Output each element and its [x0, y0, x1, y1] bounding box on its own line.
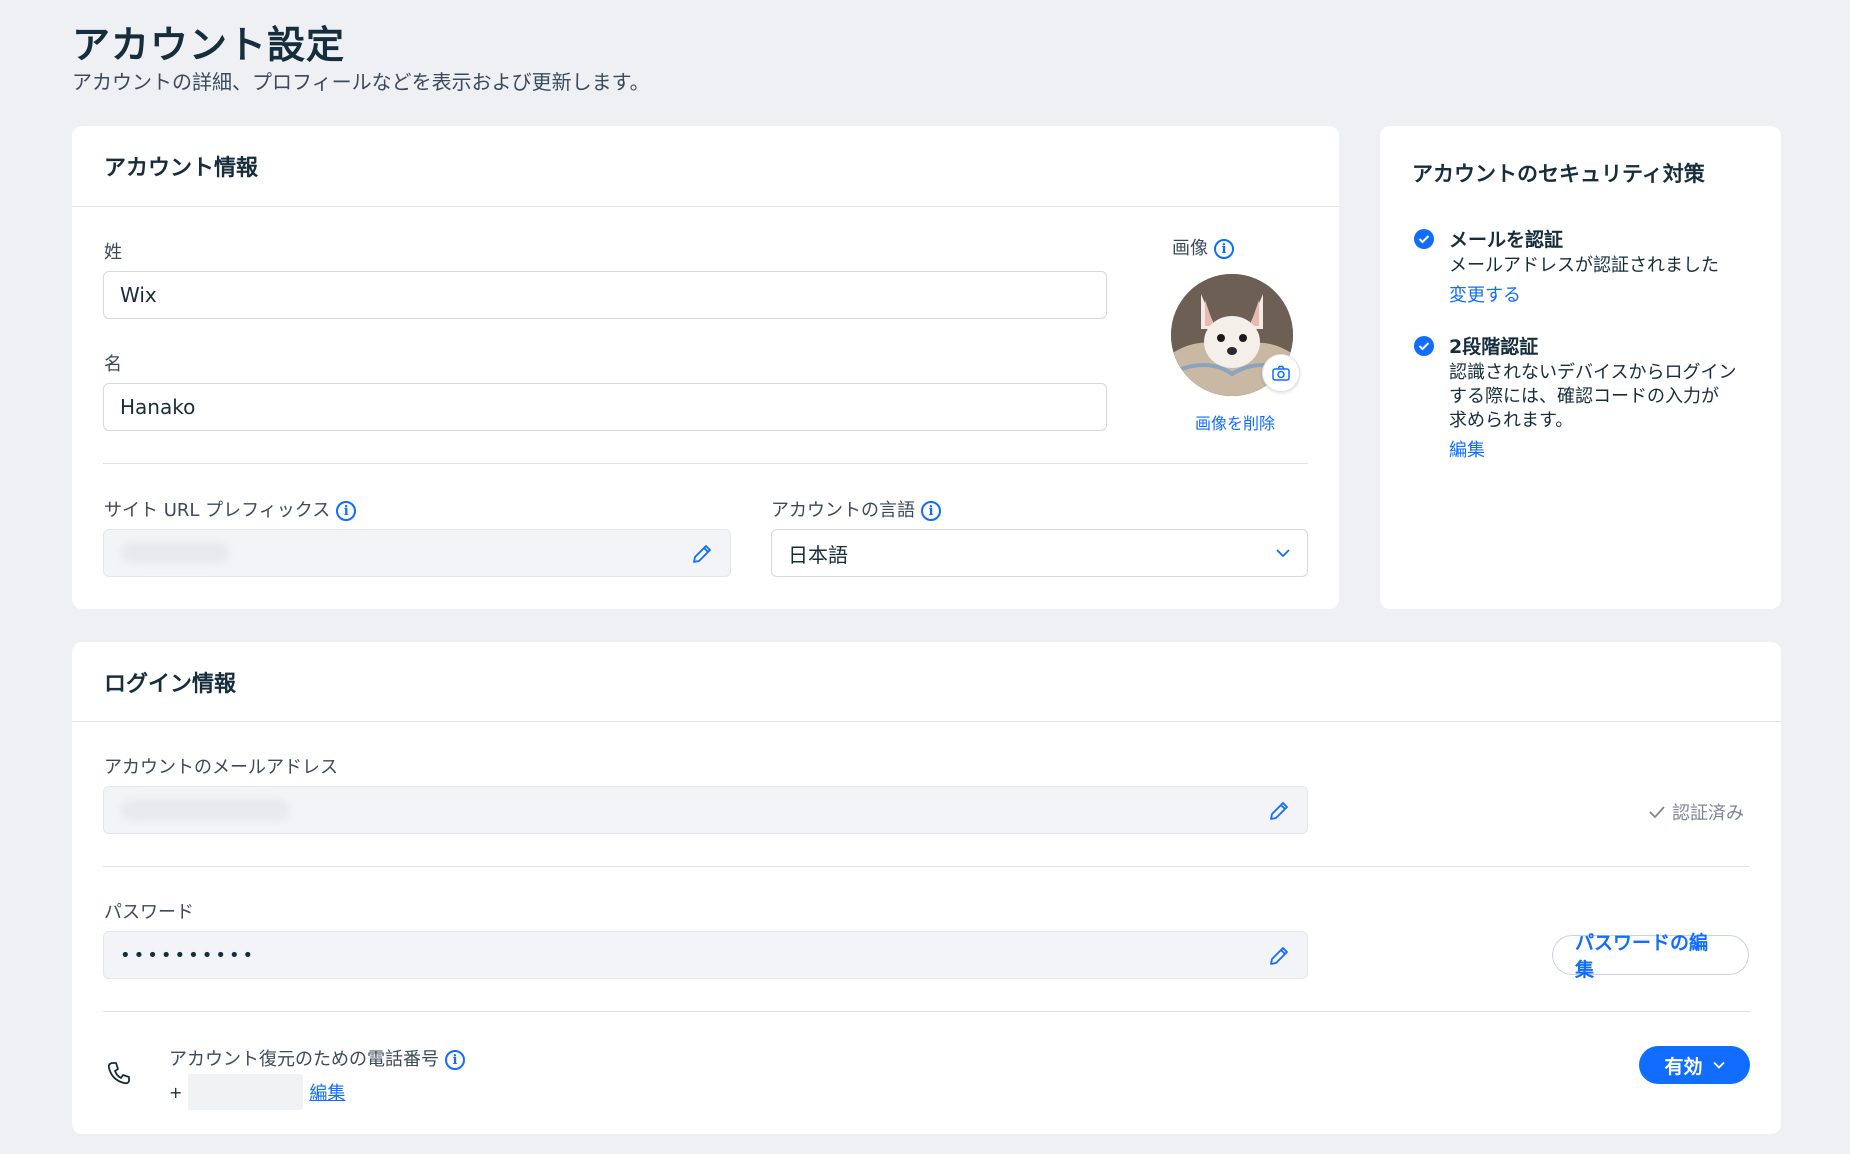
two-factor-title: 2段階認証 [1449, 336, 1539, 358]
chevron-down-icon [1712, 1061, 1725, 1069]
login-info-title: ログイン情報 [104, 672, 237, 697]
language-info-icon[interactable]: i [921, 501, 941, 521]
last-name-label: 姓 [104, 242, 122, 263]
url-prefix-field [103, 529, 731, 577]
edit-phone-link[interactable]: 編集 [309, 1079, 345, 1105]
email-verified-status: 認証済み [1648, 799, 1744, 825]
language-select[interactable]: 日本語 [771, 529, 1308, 577]
password-label: パスワード [104, 902, 194, 923]
login-info-card: ログイン情報 アカウントのメールアドレス 認証済み パスワード ••••••••… [72, 642, 1781, 1134]
login-separator-2 [103, 1011, 1750, 1012]
first-name-label: 名 [104, 354, 122, 375]
email-verify-text: メールアドレスが認証されました [1449, 255, 1719, 276]
email-redacted [120, 799, 290, 821]
password-value: •••••••••• [120, 944, 257, 966]
first-name-input[interactable]: Hanako [103, 383, 1107, 431]
change-email-link[interactable]: 変更する [1449, 281, 1521, 307]
email-field [103, 786, 1308, 834]
checkmark-icon [1649, 806, 1665, 819]
url-prefix-info-icon[interactable]: i [336, 501, 357, 521]
phone-redacted [188, 1074, 304, 1110]
email-verify-title: メールを認証 [1449, 229, 1564, 251]
language-label-text: アカウントの言語 [771, 500, 915, 521]
status-dropdown-button[interactable]: 有効 [1639, 1046, 1750, 1084]
page-subtitle: アカウントの詳細、プロフィールなどを表示および更新します。 [72, 70, 650, 94]
remove-image-link[interactable]: 画像を削除 [1195, 410, 1275, 434]
phone-label: アカウント復元のための電話番号 i [169, 1045, 465, 1071]
password-field: •••••••••• [103, 931, 1308, 979]
phone-icon [107, 1062, 130, 1085]
two-factor-text-line-3: 求められます。 [1449, 410, 1574, 431]
phone-prefix: + [169, 1082, 183, 1102]
account-info-divider [72, 206, 1339, 207]
security-card: アカウントのセキュリティ対策 メールを認証 メールアドレスが認証されました 変更… [1380, 126, 1781, 609]
email-label: アカウントのメールアドレス [104, 757, 338, 778]
url-prefix-label: サイト URL プレフィックス i [104, 496, 357, 522]
two-factor-text-line-1: 認識されないデバイスからログイン [1449, 362, 1737, 383]
phone-info-icon[interactable]: i [445, 1050, 465, 1070]
image-label-text: 画像 [1172, 238, 1208, 259]
login-info-divider [72, 721, 1781, 722]
two-factor-check-icon [1414, 336, 1434, 356]
image-info-icon[interactable]: i [1214, 239, 1234, 259]
last-name-input[interactable]: Wix [103, 271, 1107, 319]
language-value: 日本語 [788, 542, 848, 567]
image-label: 画像 i [1172, 234, 1234, 260]
camera-icon [1272, 365, 1290, 381]
change-photo-button[interactable] [1262, 354, 1300, 392]
account-info-title: アカウント情報 [104, 156, 259, 181]
last-name-value: Wix [120, 283, 157, 307]
chevron-down-icon [1276, 549, 1290, 558]
account-info-card: アカウント情報 姓 Wix 名 Hanako 画像 i 画像を削除 サイト UR… [72, 126, 1339, 609]
first-name-value: Hanako [120, 395, 196, 419]
url-prefix-redacted [120, 542, 230, 564]
login-separator-1 [103, 866, 1750, 867]
two-factor-text-line-2: する際には、確認コードの入力が [1449, 386, 1719, 407]
account-info-separator [103, 463, 1308, 464]
email-verified-check-icon [1414, 229, 1434, 249]
edit-url-prefix-icon[interactable] [690, 542, 714, 566]
edit-email-icon[interactable] [1267, 799, 1291, 823]
url-prefix-label-text: サイト URL プレフィックス [104, 500, 331, 521]
language-label: アカウントの言語 i [771, 496, 941, 522]
edit-two-factor-link[interactable]: 編集 [1449, 436, 1485, 462]
phone-number: + 編集 [169, 1074, 345, 1110]
status-label: 有効 [1664, 1055, 1703, 1078]
edit-password-icon[interactable] [1267, 944, 1291, 968]
edit-password-button[interactable]: パスワードの編集 [1552, 932, 1749, 981]
phone-label-text: アカウント復元のための電話番号 [169, 1049, 439, 1070]
verified-label: 認証済み [1672, 803, 1744, 824]
page-title: アカウント設定 [72, 23, 346, 67]
security-title: アカウントのセキュリティ対策 [1412, 162, 1705, 186]
